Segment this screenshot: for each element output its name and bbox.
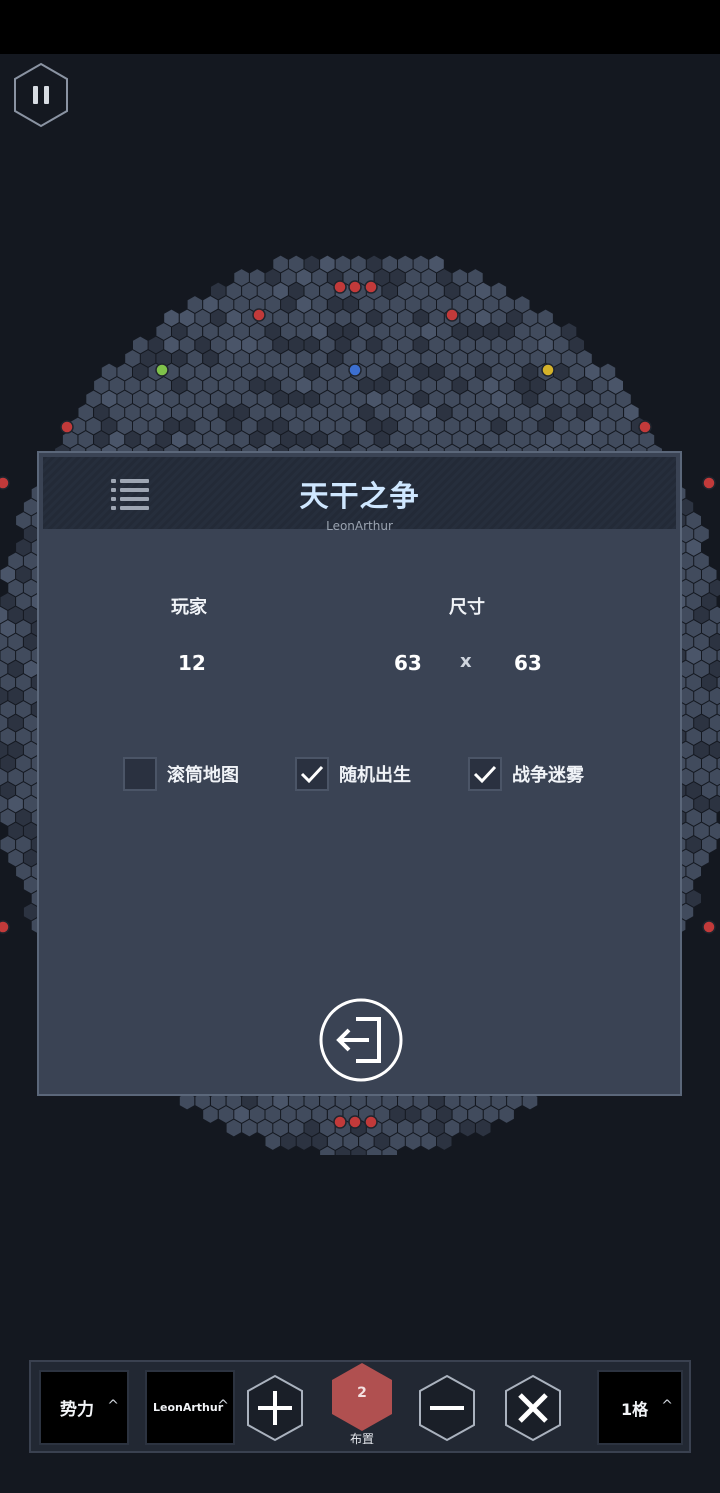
- remove-button[interactable]: [417, 1374, 477, 1442]
- player-select[interactable]: LeonArthur ^: [145, 1370, 235, 1445]
- exit-icon: [336, 1017, 381, 1063]
- faction-select[interactable]: 势力 ^: [39, 1370, 129, 1445]
- map-title: 天干之争: [299, 479, 420, 513]
- map-width-value: 63: [394, 651, 422, 675]
- place-label: 布置: [349, 1432, 374, 1446]
- option-label: 随机出生: [339, 765, 411, 786]
- map-author: LeonArthur: [326, 519, 393, 533]
- spawn-marker: [0, 476, 10, 490]
- delete-button[interactable]: [503, 1374, 563, 1442]
- step-select[interactable]: 1格 ^: [597, 1370, 683, 1445]
- spawn-marker: [445, 308, 459, 322]
- checkmark-icon: [473, 765, 497, 784]
- spawn-marker: [638, 420, 652, 434]
- option-wrap-map[interactable]: 滚筒地图: [123, 757, 239, 791]
- status-bar: [0, 0, 720, 54]
- players-value: 12: [178, 651, 206, 675]
- pause-button[interactable]: [12, 62, 70, 128]
- checkbox-fog-of-war[interactable]: [468, 757, 502, 791]
- spawn-marker: [541, 363, 555, 377]
- spawn-marker: [348, 363, 362, 377]
- step-label: 1格: [621, 1399, 649, 1419]
- chevron-up-icon: ^: [217, 1398, 229, 1414]
- spawn-marker: [348, 1115, 362, 1129]
- spawn-marker: [702, 476, 716, 490]
- spawn-marker: [155, 363, 169, 377]
- spawn-marker: [364, 1115, 378, 1129]
- checkbox-wrap-map[interactable]: [123, 757, 157, 791]
- spawn-marker: [333, 280, 347, 294]
- checkbox-random-spawn[interactable]: [295, 757, 329, 791]
- spawn-marker: [333, 1115, 347, 1129]
- spawn-marker: [0, 920, 10, 934]
- spawn-marker: [348, 280, 362, 294]
- place-count: 2: [357, 1385, 367, 1401]
- spawn-marker: [702, 920, 716, 934]
- option-fog-of-war[interactable]: 战争迷雾: [468, 757, 584, 791]
- checkmark-icon: [300, 765, 324, 784]
- pause-icon: [14, 62, 68, 128]
- exit-button[interactable]: [318, 997, 404, 1083]
- spawn-marker: [364, 280, 378, 294]
- map-height-value: 63: [514, 651, 542, 675]
- add-button[interactable]: [245, 1374, 305, 1442]
- option-random-spawn[interactable]: 随机出生: [295, 757, 411, 791]
- chevron-up-icon: ^: [107, 1398, 119, 1414]
- bottom-toolbar: 势力 ^ LeonArthur ^ 2 布置 1格 ^: [29, 1360, 691, 1453]
- map-info-dialog: 天干之争 LeonArthur 玩家 尺寸 12 63 x 63 滚筒地图 随机…: [37, 451, 682, 1096]
- option-label: 战争迷雾: [512, 765, 584, 786]
- player-label: LeonArthur: [153, 1401, 224, 1414]
- faction-label: 势力: [60, 1400, 94, 1420]
- size-label: 尺寸: [449, 597, 485, 618]
- option-label: 滚筒地图: [167, 765, 239, 786]
- spawn-marker: [252, 308, 266, 322]
- size-separator: x: [460, 651, 472, 672]
- chevron-up-icon: ^: [661, 1398, 673, 1414]
- dialog-header: 天干之争 LeonArthur: [43, 457, 676, 533]
- spawn-marker: [60, 420, 74, 434]
- players-label: 玩家: [171, 597, 207, 618]
